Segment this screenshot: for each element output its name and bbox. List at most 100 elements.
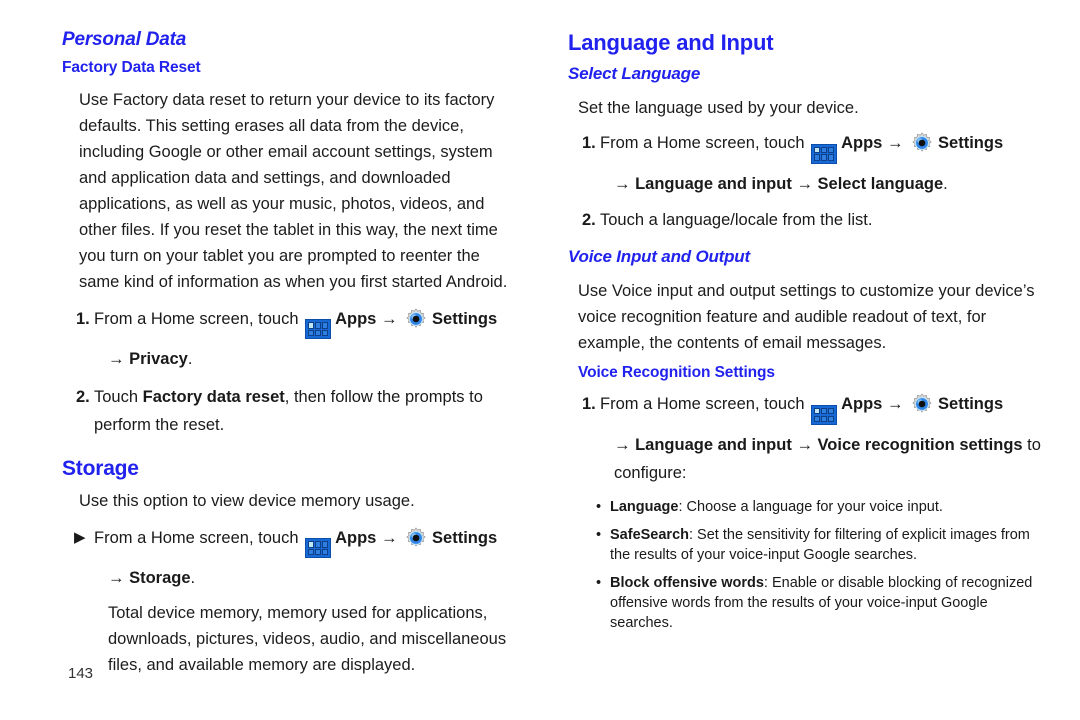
arrow-icon: → xyxy=(614,174,631,193)
step-continuation: → Privacy. xyxy=(108,345,514,373)
list-item: • SafeSearch: Set the sensitivity for fi… xyxy=(596,525,1050,565)
arrow-icon: → xyxy=(108,569,125,588)
apps-grid-icon[interactable] xyxy=(305,319,332,340)
apps-cell xyxy=(322,330,329,337)
step-lead-text: From a Home screen, touch xyxy=(94,528,299,547)
step-continuation-2: configure: xyxy=(614,463,687,482)
paragraph-storage-detail: Total device memory, memory used for app… xyxy=(108,604,507,675)
left-column: Personal Data Factory Data Reset Use Fac… xyxy=(0,0,540,720)
settings-label: Settings xyxy=(938,395,1004,414)
list-item-text: SafeSearch: Set the sensitivity for filt… xyxy=(610,525,1050,565)
step-number: 2. xyxy=(76,388,90,407)
settings-label: Settings xyxy=(432,528,498,547)
heading-factory-data-reset: Factory Data Reset xyxy=(62,58,201,76)
paragraph-select-language-intro: Set the language used by your device. xyxy=(578,98,859,117)
arrow-icon: → xyxy=(796,174,813,193)
apps-cell xyxy=(308,322,314,329)
apps-grid-icon[interactable] xyxy=(305,538,332,559)
heading-select-language: Select Language xyxy=(568,64,701,84)
bullet-term: Language xyxy=(610,498,679,515)
step-text: Touch a language/locale from the list. xyxy=(600,210,873,229)
arrow-icon: → xyxy=(380,528,398,547)
list-item: • Block offensive words: Enable or disab… xyxy=(596,573,1050,633)
arrow-icon: → xyxy=(380,309,398,328)
step-suffix: to xyxy=(1022,435,1041,454)
step-item: 1. From a Home screen, touch Apps → Sett… xyxy=(568,390,1050,425)
bullet-description: : Choose a language for your voice input… xyxy=(678,498,943,515)
heading-language-and-input: Language and Input xyxy=(568,30,774,55)
step-lead-text: From a Home screen, touch xyxy=(600,395,805,414)
apps-cell xyxy=(828,407,835,415)
page-number: 143 xyxy=(68,665,94,682)
settings-label: Settings xyxy=(938,133,1004,152)
apps-cell xyxy=(814,415,820,422)
step-item: 2. Touch a language/locale from the list… xyxy=(568,206,1050,234)
apps-cell xyxy=(315,322,321,329)
settings-gear-icon[interactable] xyxy=(910,392,934,416)
heading-voice-input-and-output: Voice Input and Output xyxy=(568,246,750,266)
select-language-label: Select language xyxy=(817,174,944,193)
step-number: 2. xyxy=(582,210,596,229)
heading-voice-recognition-settings: Voice Recognition Settings xyxy=(578,364,775,382)
apps-label: Apps xyxy=(841,133,883,152)
heading-personal-data: Personal Data xyxy=(62,29,187,50)
apps-cell xyxy=(322,322,329,329)
step-continuation: → Language and input → Select language. xyxy=(614,170,1050,198)
step-number: 1. xyxy=(76,309,90,328)
apps-cell xyxy=(315,330,321,337)
bullet-dot-icon: • xyxy=(596,526,602,543)
period: . xyxy=(187,350,193,369)
step-item: ▶ From a Home screen, touch Apps → Setti… xyxy=(62,524,514,559)
privacy-label: Privacy xyxy=(129,350,188,369)
language-and-input-label: Language and input xyxy=(635,435,792,454)
step-prefix: Touch xyxy=(94,388,143,407)
apps-cell xyxy=(308,330,314,337)
paragraph-factory-reset-intro: Use Factory data reset to return your de… xyxy=(79,90,508,291)
step-number: 1. xyxy=(582,395,596,414)
step-item: 1. From a Home screen, touch Apps → Sett… xyxy=(568,129,1050,164)
arrow-icon: → xyxy=(886,133,904,152)
list-item-text: Block offensive words: Enable or disable… xyxy=(610,573,1050,633)
step-text: From a Home screen, touch Apps → Setting… xyxy=(600,129,1050,164)
bullet-dot-icon: • xyxy=(596,498,602,515)
apps-cell xyxy=(322,549,329,556)
apps-cell xyxy=(814,146,820,153)
arrow-icon: → xyxy=(886,395,904,414)
step-continuation: → Language and input → Voice recognition… xyxy=(614,431,1050,459)
step-continuation: → Storage. xyxy=(108,564,514,592)
settings-gear-icon[interactable] xyxy=(404,526,428,550)
apps-grid-icon[interactable] xyxy=(811,143,838,164)
apps-cell xyxy=(322,541,329,548)
step-lead-text: From a Home screen, touch xyxy=(600,133,805,152)
apps-grid-icon[interactable] xyxy=(811,404,838,425)
apps-cell xyxy=(814,407,820,415)
apps-cell xyxy=(308,541,314,548)
step-item: 1. From a Home screen, touch Apps → Sett… xyxy=(62,305,514,340)
paragraph-voice-input-intro: Use Voice input and output settings to c… xyxy=(578,282,1035,353)
step-text: From a Home screen, touch Apps → Setting… xyxy=(600,390,1050,425)
settings-gear-icon[interactable] xyxy=(404,307,428,331)
step-text: From a Home screen, touch Apps → Setting… xyxy=(94,305,514,340)
list-item-text: Language: Choose a language for your voi… xyxy=(610,497,1050,517)
factory-data-reset-label: Factory data reset xyxy=(142,388,285,407)
arrow-icon: → xyxy=(108,350,125,369)
settings-gear-icon[interactable] xyxy=(910,131,934,155)
apps-cell xyxy=(821,407,827,415)
arrow-icon: → xyxy=(796,435,813,454)
step-number: 1. xyxy=(582,133,596,152)
apps-cell xyxy=(814,154,820,161)
bullet-dot-icon: • xyxy=(596,574,602,591)
step-text: Touch Factory data reset, then follow th… xyxy=(94,383,514,439)
apps-cell xyxy=(821,154,827,161)
step-lead-text: From a Home screen, touch xyxy=(94,309,299,328)
right-column: Language and Input Select Language Set t… xyxy=(540,0,1080,720)
apps-cell xyxy=(315,549,321,556)
bullet-term: Block offensive words xyxy=(610,574,764,591)
step-text: From a Home screen, touch Apps → Setting… xyxy=(94,524,514,559)
heading-storage: Storage xyxy=(62,457,139,481)
apps-cell xyxy=(308,549,314,556)
apps-cell xyxy=(828,154,835,161)
apps-cell xyxy=(828,415,835,422)
apps-cell xyxy=(315,541,321,548)
voice-recognition-settings-label: Voice recognition settings xyxy=(817,435,1023,454)
